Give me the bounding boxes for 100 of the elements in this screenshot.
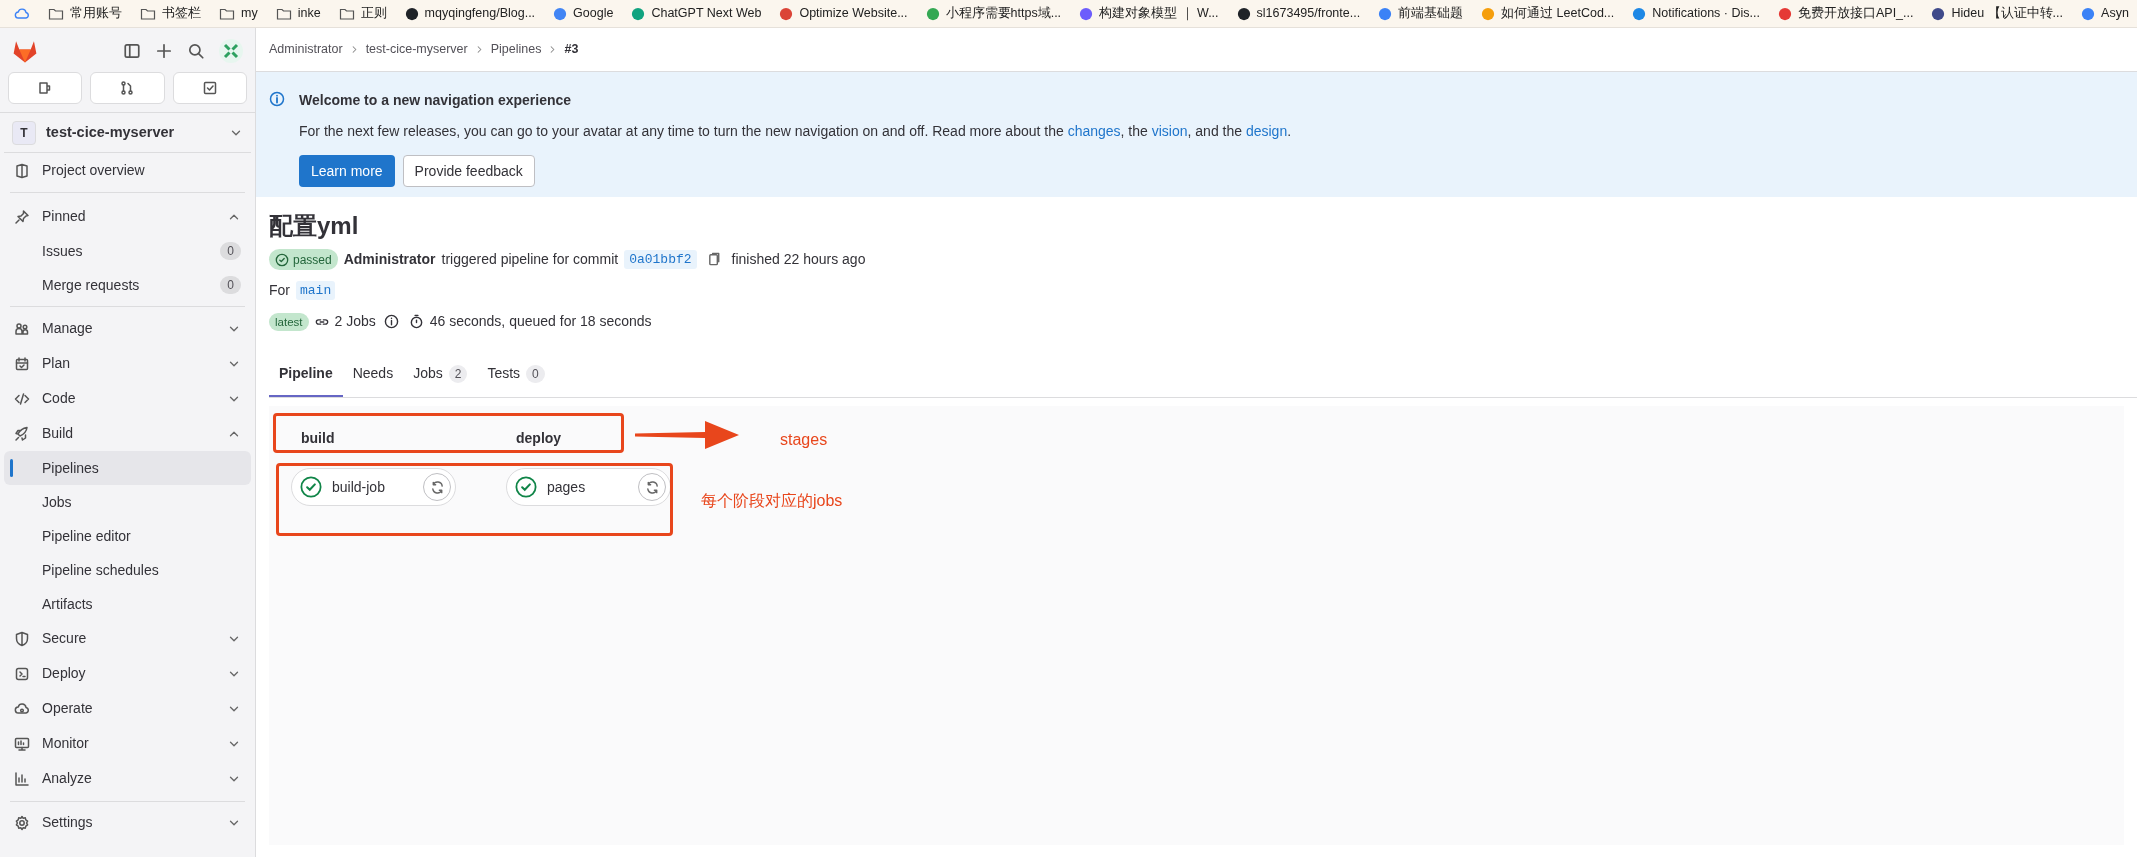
info-icon [269, 91, 285, 107]
nav-item[interactable]: Code [4, 381, 251, 416]
page-title: 配置yml [269, 211, 360, 241]
monitor-icon [14, 735, 30, 752]
nav-item[interactable]: Plan [4, 346, 251, 381]
check-circle-icon [275, 252, 289, 267]
project-avatar: T [12, 120, 36, 145]
tab[interactable]: Needs [342, 352, 404, 397]
banner-title: Welcome to a new navigation experience [299, 91, 573, 110]
nav-item[interactable]: Deploy [4, 656, 251, 691]
bookmark-link[interactable]: my [241, 4, 258, 23]
people-icon [14, 320, 30, 337]
bookmark-link[interactable]: 构建对象模型 ｜ W... [1099, 4, 1219, 23]
search-icon[interactable] [187, 42, 205, 60]
jobs-count: 2 Jobs [334, 312, 376, 331]
nav-item[interactable]: Project overview [4, 153, 251, 188]
bookmark-link[interactable]: Hideu 【认证中转... [1951, 4, 2064, 23]
bookmark-link[interactable]: sl1673495/fronte... [1256, 4, 1361, 23]
nav-subitem[interactable]: Artifacts [4, 587, 251, 621]
info-icon [383, 314, 399, 329]
banner-link[interactable]: changes [1067, 123, 1121, 139]
breadcrumb-link[interactable]: Pipelines [490, 40, 542, 59]
plus-icon[interactable] [155, 42, 173, 60]
bookmark-link[interactable]: Asyn [2101, 4, 2129, 23]
nav-subitem[interactable]: Jobs [4, 485, 251, 519]
project-name[interactable]: test-cice-myserver [46, 121, 219, 144]
status-badge: passed [269, 249, 338, 270]
merge-request-button[interactable] [90, 72, 165, 104]
commit-link[interactable]: 0a01bbf2 [624, 249, 697, 270]
job-pill[interactable]: build-job [291, 468, 456, 506]
issues-button[interactable] [8, 72, 83, 104]
trigger-text: triggered pipeline for commit [441, 250, 619, 269]
tab[interactable]: Pipeline [269, 352, 343, 397]
bookmark-link[interactable]: inke [297, 4, 321, 23]
retry-icon [644, 479, 660, 495]
todo-icon [201, 80, 218, 96]
cloud-icon[interactable] [14, 5, 30, 22]
annotation-text: stages [780, 430, 828, 450]
bookmark-link[interactable]: mqyqingfeng/Blog... [424, 4, 536, 23]
breadcrumb-link[interactable]: test-cice-myserver [365, 40, 468, 59]
bookmark-link[interactable]: Notifications · Dis... [1652, 4, 1760, 23]
breadcrumb-link[interactable]: Administrator [269, 40, 343, 59]
overview-icon [14, 162, 30, 179]
bookmark-link[interactable]: Optimize Website... [799, 4, 908, 23]
nav-item[interactable]: Operate [4, 691, 251, 726]
duration-text: 46 seconds, queued for 18 seconds [429, 312, 652, 331]
nav-item[interactable]: Analyze [4, 761, 251, 796]
bookmark-link[interactable]: Google [573, 4, 614, 23]
todo-button[interactable] [172, 72, 247, 104]
job-pill[interactable]: pages [506, 468, 671, 506]
arrow-icon [635, 419, 740, 451]
sidebar-toggle-icon[interactable] [123, 42, 141, 60]
rocket-icon [14, 425, 30, 442]
avatar-icon[interactable] [219, 39, 243, 63]
nav-item[interactable]: Pinned [4, 199, 251, 234]
nav-subitem[interactable]: Merge requests 0 [4, 268, 251, 302]
timer-icon [408, 314, 424, 329]
author-name[interactable]: Administrator [343, 249, 436, 270]
nav-subitem[interactable]: Pipeline editor [4, 519, 251, 553]
bookmark-link[interactable]: 如何通过 LeetCod... [1501, 4, 1615, 23]
feedback-button[interactable]: Provide feedback [402, 155, 535, 187]
latest-badge: latest [269, 312, 309, 331]
nav-item[interactable]: Manage [4, 311, 251, 346]
copy-icon[interactable] [706, 252, 722, 267]
nav-subitem[interactable]: Issues 0 [4, 234, 251, 268]
breadcrumb-link[interactable]: #3 [564, 40, 579, 59]
nav-item[interactable]: Monitor [4, 726, 251, 761]
bar-chart-icon [14, 770, 30, 787]
tab[interactable]: Jobs 2 [403, 352, 478, 397]
shield-icon [14, 630, 30, 647]
nav-item[interactable]: Settings [4, 805, 251, 840]
branch-link[interactable]: main [296, 280, 336, 301]
deploy-icon [14, 665, 30, 682]
bookmark-link[interactable]: 免费开放接口API_... [1797, 4, 1914, 23]
stage-name: deploy [515, 429, 563, 448]
settings-icon [14, 814, 30, 831]
tab[interactable]: Tests 0 [477, 352, 555, 397]
bookmark-link[interactable]: 正则 [360, 4, 387, 23]
nav-subitem[interactable]: Pipeline schedules [4, 553, 251, 587]
code-icon [14, 390, 30, 407]
bookmark-link[interactable]: 前端基础题 [1398, 4, 1464, 23]
bookmark-link[interactable]: 书签栏 [162, 4, 201, 23]
learn-more-button[interactable]: Learn more [299, 155, 395, 187]
bookmark-link[interactable]: 小程序需要https域... [945, 4, 1062, 23]
nav-subitem[interactable]: Pipelines [4, 451, 251, 485]
count-badge: 0 [526, 364, 545, 383]
bookmark-link[interactable]: ChatGPT Next Web [651, 4, 762, 23]
bookmark-link[interactable]: 常用账号 [70, 4, 122, 23]
for-label: For [269, 281, 290, 300]
nav-item[interactable]: Build [4, 416, 251, 451]
count-badge: 2 [448, 364, 468, 383]
banner-link[interactable]: vision [1151, 123, 1188, 139]
annotation-text: 每个阶段对应的jobs [701, 491, 843, 511]
count-badge: 0 [220, 242, 241, 260]
retry-icon [429, 479, 445, 495]
stage-name: build [300, 429, 336, 448]
nav-item[interactable]: Secure [4, 621, 251, 656]
pin-icon [14, 208, 30, 225]
calendar-icon [14, 355, 30, 372]
finished-time: finished 22 hours ago [731, 250, 866, 269]
